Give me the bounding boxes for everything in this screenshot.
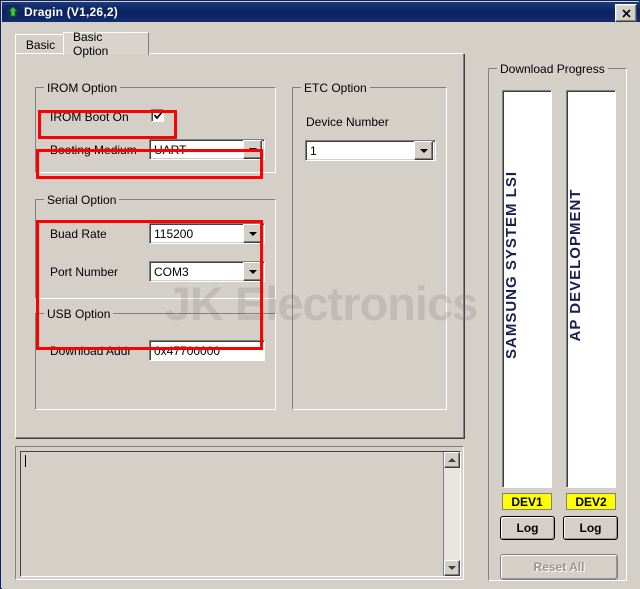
irom-boot-on-checkbox[interactable] (151, 109, 164, 122)
group-download-progress: Download Progress SAMSUNG SYSTEM LSI DEV… (488, 62, 627, 581)
download-addr-input[interactable]: 0x47700000 (149, 340, 265, 361)
triangle-down-icon[interactable] (444, 560, 460, 576)
booting-medium-value: UART (154, 142, 187, 157)
chevron-down-icon[interactable] (414, 141, 433, 160)
client-area: Basic Basic Option IROM Option IROM Boot… (2, 22, 640, 589)
close-icon (621, 8, 631, 18)
title-bar[interactable]: Dragin (V1,26,2) (2, 2, 640, 22)
chevron-down-icon[interactable] (243, 140, 262, 159)
tab-basic-option[interactable]: Basic Option (63, 30, 149, 58)
green-arrow-icon (6, 5, 20, 19)
log-panel (15, 446, 464, 580)
group-serial-option-title: Serial Option (44, 193, 120, 207)
log-button-dev1-label: Log (516, 521, 539, 535)
port-number-combo[interactable]: COM3 (149, 261, 265, 282)
chevron-down-icon[interactable] (243, 262, 262, 281)
tab-basic[interactable]: Basic (15, 34, 66, 54)
baud-rate-combo[interactable]: 115200 (149, 223, 265, 244)
group-irom-option-title: IROM Option (44, 81, 121, 95)
baud-rate-label: Buad Rate (50, 227, 107, 241)
group-download-progress-title: Download Progress (497, 62, 608, 76)
window-title: Dragin (V1,26,2) (24, 5, 118, 19)
log-textarea[interactable] (20, 451, 461, 577)
log-scrollbar[interactable] (443, 452, 460, 576)
triangle-up-icon[interactable] (444, 452, 460, 468)
log-button-dev2[interactable]: Log (563, 516, 618, 540)
device-label-dev1: DEV1 (502, 493, 552, 510)
booting-medium-label: Booting Medium (50, 143, 137, 157)
progress-bar-dev2: AP DEVELOPMENT (566, 90, 616, 488)
group-usb-option: USB Option Download Addr 0x47700000 (35, 307, 276, 410)
progress-bar-dev1-text: SAMSUNG SYSTEM LSI (503, 171, 520, 360)
port-number-value: COM3 (154, 264, 189, 279)
booting-medium-combo[interactable]: UART (149, 139, 265, 160)
device-number-value: 1 (310, 143, 317, 158)
tab-panel-basic-option: IROM Option IROM Boot On Booting Medium … (15, 53, 464, 438)
group-irom-option: IROM Option IROM Boot On Booting Medium … (35, 81, 276, 173)
application-window: Dragin (V1,26,2) Basic Basic Option IROM… (0, 0, 640, 589)
check-icon (153, 110, 164, 120)
chevron-down-icon[interactable] (243, 224, 262, 243)
group-usb-option-title: USB Option (44, 307, 114, 321)
log-button-dev1[interactable]: Log (500, 516, 555, 540)
baud-rate-value: 115200 (154, 226, 194, 241)
log-text[interactable] (21, 452, 443, 576)
tab-basic-option-label: Basic Option (73, 30, 109, 58)
reset-all-button[interactable]: Reset All (500, 554, 618, 580)
port-number-label: Port Number (50, 265, 119, 279)
group-serial-option: Serial Option Buad Rate 115200 Port Numb… (35, 193, 276, 299)
text-caret (25, 455, 26, 467)
device-number-label: Device Number (306, 115, 389, 129)
progress-bar-dev2-text: AP DEVELOPMENT (567, 188, 584, 342)
tab-basic-label: Basic (25, 37, 56, 52)
irom-boot-on-label: IROM Boot On (50, 110, 129, 124)
download-addr-label: Download Addr (50, 344, 132, 358)
group-etc-option-title: ETC Option (301, 81, 370, 95)
log-button-dev2-label: Log (579, 521, 602, 535)
reset-all-label: Reset All (533, 560, 585, 574)
tab-strip: Basic Basic Option (15, 30, 465, 58)
device-number-combo[interactable]: 1 (305, 140, 436, 161)
device-label-dev2: DEV2 (566, 493, 616, 510)
close-button[interactable] (615, 4, 637, 22)
progress-bar-dev1: SAMSUNG SYSTEM LSI (502, 90, 552, 488)
group-etc-option: ETC Option Device Number 1 (292, 81, 447, 410)
